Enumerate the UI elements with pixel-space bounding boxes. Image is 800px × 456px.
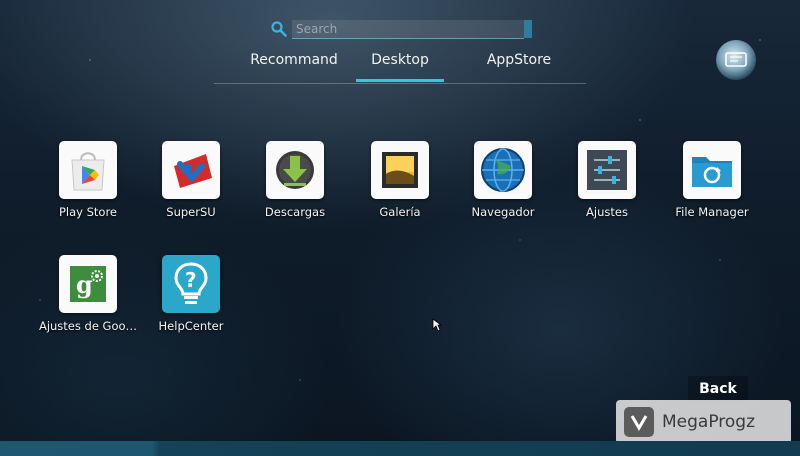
app-label: Ajustes [586, 205, 628, 219]
app-ajustes[interactable]: Ajustes [552, 141, 662, 219]
watermark-text: MegaProgz [662, 412, 756, 432]
svg-text:?: ? [185, 268, 197, 292]
google-settings-icon: g [59, 255, 117, 313]
system-navigation-bar[interactable] [0, 441, 800, 456]
tab-desktop[interactable]: Desktop [356, 50, 444, 82]
app-label: Ajustes de Goo… [38, 319, 138, 333]
supersu-icon [162, 141, 220, 199]
app-ajustes-de-google[interactable]: g Ajustes de Goo… [33, 255, 143, 333]
play-store-icon [59, 141, 117, 199]
app-label: Galería [379, 205, 421, 219]
app-supersu[interactable]: SuperSU [136, 141, 246, 219]
launcher-tabs: Recommand Desktop AppStore [214, 46, 586, 84]
app-label: SuperSU [166, 205, 216, 219]
gallery-icon [371, 141, 429, 199]
app-label: Play Store [58, 205, 118, 219]
app-label: Descargas [264, 205, 326, 219]
tab-appstore[interactable]: AppStore [464, 50, 574, 82]
app-navegador[interactable]: Navegador [448, 141, 558, 219]
search-bar[interactable] [270, 18, 532, 40]
browser-globe-icon [474, 141, 532, 199]
search-corner-marker [524, 20, 532, 38]
app-label: HelpCenter [158, 319, 224, 333]
folder-icon [683, 141, 741, 199]
app-play-store[interactable]: Play Store [33, 141, 143, 219]
app-file-manager[interactable]: File Manager [657, 141, 767, 219]
mouse-cursor-icon [432, 318, 442, 332]
app-label: File Manager [675, 205, 749, 219]
app-descargas[interactable]: Descargas [240, 141, 350, 219]
settings-sliders-icon [578, 141, 636, 199]
watermark: MegaProgz [616, 400, 791, 444]
svg-text:g: g [76, 270, 93, 299]
globe-widget-icon[interactable] [716, 40, 756, 80]
app-galeria[interactable]: Galería [345, 141, 455, 219]
search-icon [271, 21, 287, 37]
app-helpcenter[interactable]: ? HelpCenter [136, 255, 246, 333]
app-label: Navegador [471, 205, 535, 219]
back-button[interactable]: Back [688, 376, 748, 402]
tab-recommand[interactable]: Recommand [244, 50, 344, 82]
lightbulb-question-icon: ? [162, 255, 220, 313]
tabs-divider [214, 83, 586, 84]
download-icon [266, 141, 324, 199]
watermark-logo-icon [624, 407, 654, 437]
search-input[interactable] [292, 19, 524, 39]
